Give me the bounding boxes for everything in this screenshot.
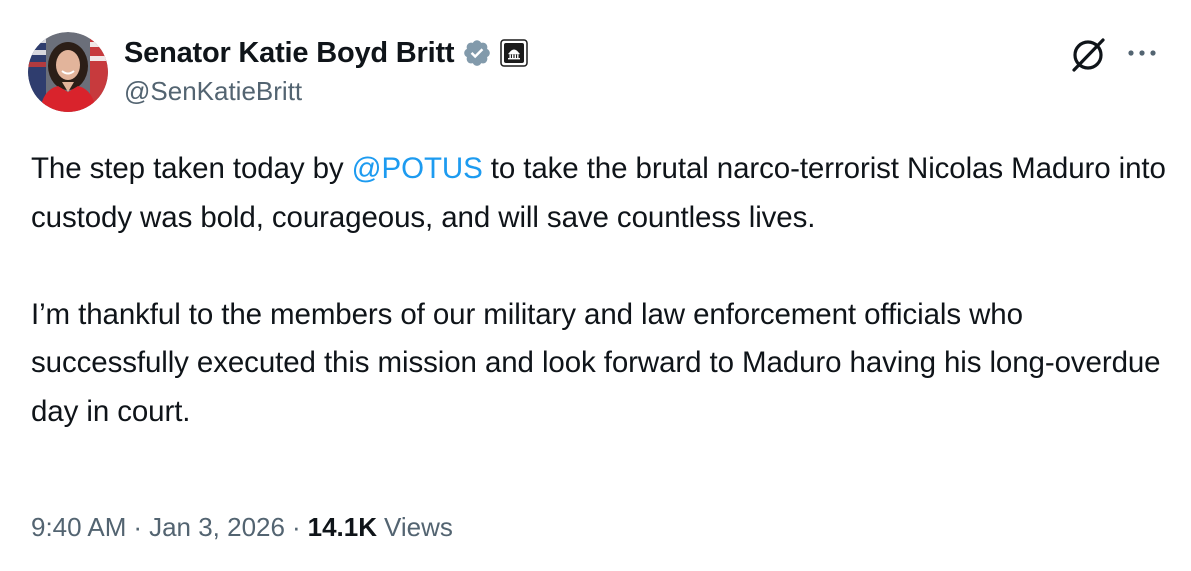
meta-separator: · — [291, 512, 301, 542]
tweet-paragraph-1: The step taken today by @POTUS to take t… — [31, 145, 1171, 242]
author-name-row: Senator Katie Boyd Britt — [124, 33, 529, 73]
verified-check-icon[interactable] — [462, 38, 492, 68]
author-handle[interactable]: @SenKatieBritt — [124, 76, 302, 107]
views-count[interactable]: 14.1K — [308, 512, 377, 543]
tweet-text: The step taken today by @POTUS to take t… — [31, 145, 1171, 436]
avatar[interactable] — [28, 32, 108, 112]
more-dots-icon[interactable] — [1124, 38, 1160, 68]
author-display-name[interactable]: Senator Katie Boyd Britt — [124, 37, 455, 70]
grok-icon[interactable] — [1067, 34, 1109, 76]
government-building-icon[interactable] — [500, 39, 529, 67]
avatar-image — [28, 32, 108, 112]
tweet-meta: 9:40 AM · Jan 3, 2026 · 14.1K Views — [31, 512, 453, 543]
tweet-paragraph-2: I’m thankful to the members of our milit… — [31, 297, 1161, 428]
tweet-text-segment: The step taken today by — [31, 152, 352, 185]
mention-link[interactable]: @POTUS — [352, 152, 483, 185]
tweet-time[interactable]: 9:40 AM — [31, 512, 126, 543]
views-label[interactable]: Views — [384, 512, 453, 543]
tweet-card: Senator Katie Boyd Britt @SenKatieBritt — [0, 0, 1191, 571]
tweet-date[interactable]: Jan 3, 2026 — [149, 512, 285, 543]
meta-separator: · — [133, 512, 143, 542]
